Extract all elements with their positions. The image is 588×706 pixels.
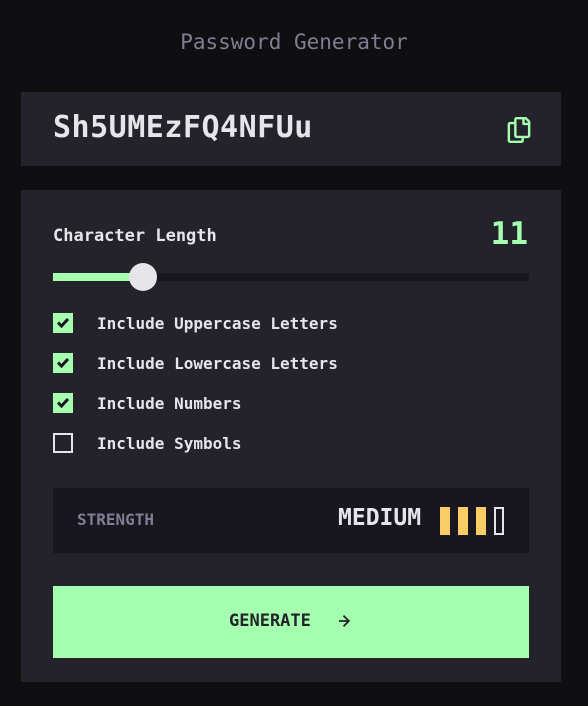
strength-bar: [476, 507, 486, 535]
symbols-checkbox[interactable]: [53, 433, 73, 453]
arrow-right-icon: [339, 615, 351, 627]
strength-value: MEDIUM: [338, 505, 422, 531]
slider-thumb[interactable]: [129, 263, 158, 291]
option-numbers[interactable]: Include Numbers: [53, 393, 242, 413]
option-uppercase[interactable]: Include Uppercase Letters: [53, 313, 338, 333]
password-display: Sh5UMEzFQ4NFUu: [21, 92, 561, 166]
option-label: Include Lowercase Letters: [97, 353, 338, 373]
option-label: Include Symbols: [97, 433, 242, 453]
check-icon: [57, 358, 69, 368]
option-label: Include Numbers: [97, 393, 242, 413]
check-icon: [57, 318, 69, 328]
settings-panel: Character Length 11 Include Uppercase Le…: [21, 190, 561, 682]
length-slider[interactable]: [53, 263, 529, 291]
copy-icon[interactable]: [507, 117, 531, 143]
option-label: Include Uppercase Letters: [97, 313, 338, 333]
strength-bar: [440, 507, 450, 535]
lowercase-checkbox[interactable]: [53, 353, 73, 373]
generate-label: GENERATE: [229, 611, 311, 631]
check-icon: [57, 398, 69, 408]
strength-bar: [458, 507, 468, 535]
password-text: Sh5UMEzFQ4NFUu: [53, 110, 313, 145]
option-lowercase[interactable]: Include Lowercase Letters: [53, 353, 338, 373]
uppercase-checkbox[interactable]: [53, 313, 73, 333]
generate-button[interactable]: GENERATE: [53, 586, 529, 658]
character-length-value: 11: [490, 216, 528, 252]
option-symbols[interactable]: Include Symbols: [53, 433, 242, 453]
strength-meter: STRENGTH MEDIUM: [53, 488, 529, 553]
strength-bar: [494, 507, 504, 535]
numbers-checkbox[interactable]: [53, 393, 73, 413]
strength-label: STRENGTH: [77, 510, 155, 529]
character-length-label: Character Length: [53, 226, 217, 246]
page-title: Password Generator: [180, 30, 408, 54]
